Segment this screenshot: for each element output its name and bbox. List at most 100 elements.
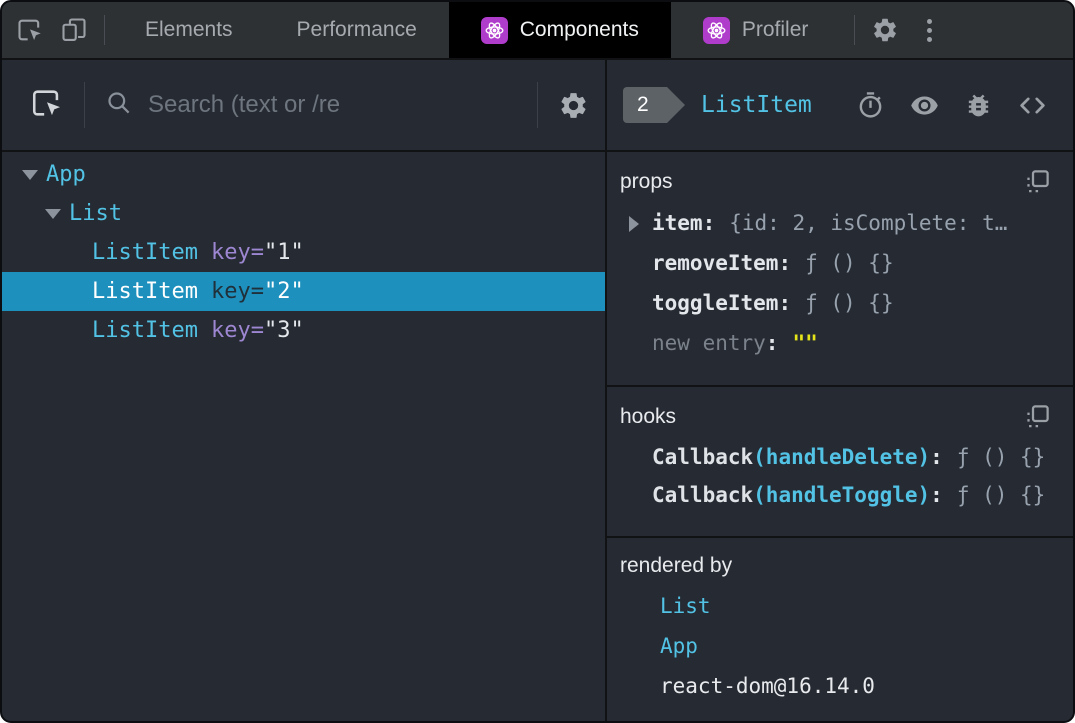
rendered-by-section: rendered by List App react-dom@16.14.0 bbox=[607, 538, 1073, 721]
hook-row: Callback (handleDelete): ƒ () {} bbox=[620, 438, 1051, 476]
attr-name: key bbox=[210, 318, 251, 343]
rendered-by-item[interactable]: App bbox=[620, 626, 1051, 666]
devtools-window: Elements Performance Components Profiler… bbox=[0, 0, 1075, 723]
tree-row-app[interactable]: App bbox=[2, 155, 605, 194]
prop-value: {id: 2, isComplete: t… bbox=[729, 211, 1008, 235]
settings-gear-icon[interactable] bbox=[863, 2, 907, 58]
attr-value: "1" bbox=[263, 240, 304, 265]
expander-right-icon[interactable] bbox=[629, 216, 639, 232]
attr-equals: = bbox=[250, 318, 264, 343]
inspect-component-icon[interactable] bbox=[30, 86, 64, 125]
kebab-menu-icon[interactable] bbox=[907, 2, 951, 58]
selected-component-title: ListItem bbox=[701, 92, 812, 118]
inspect-element-icon[interactable] bbox=[8, 2, 52, 58]
rendered-by-label: react-dom@16.14.0 bbox=[660, 674, 875, 698]
tab-elements[interactable]: Elements bbox=[113, 2, 265, 58]
rendered-by-label: App bbox=[660, 634, 698, 658]
prop-name: removeItem bbox=[652, 251, 779, 275]
key-attribute: key="1" bbox=[211, 240, 304, 265]
hook-name: (handleToggle) bbox=[753, 483, 931, 507]
prop-row: new entry: "" bbox=[620, 323, 1051, 363]
component-name: ListItem bbox=[92, 240, 198, 265]
props-section: props item: {id: 2, isComplete: t… removeI… bbox=[607, 152, 1073, 387]
tab-profiler[interactable]: Profiler bbox=[671, 2, 841, 58]
colon: : bbox=[778, 291, 792, 315]
expander-down-icon[interactable] bbox=[22, 169, 38, 180]
colon: : bbox=[778, 251, 792, 275]
tree-row-listitem-key-2[interactable]: ListItem key="2" bbox=[2, 272, 605, 311]
prop-row: toggleItem: ƒ () {} bbox=[620, 283, 1051, 323]
hook-type: Callback bbox=[652, 445, 754, 469]
copy-icon[interactable] bbox=[1024, 403, 1051, 430]
details-header: 2 ListItem bbox=[607, 60, 1073, 152]
hook-value: ƒ () {} bbox=[956, 483, 1046, 507]
component-name: ListItem bbox=[92, 279, 198, 304]
hook-value: ƒ () {} bbox=[956, 445, 1046, 469]
colon: : bbox=[765, 331, 779, 355]
divider bbox=[537, 82, 538, 128]
prop-value: ƒ () {} bbox=[805, 251, 894, 275]
prop-name: toggleItem bbox=[652, 291, 779, 315]
divider bbox=[104, 15, 105, 45]
component-tree-panel: AppListListItemkey="1"ListItemkey="2"Lis… bbox=[2, 60, 607, 721]
prop-row: item: {id: 2, isComplete: t… bbox=[620, 203, 1051, 243]
divider bbox=[84, 82, 85, 128]
react-atom-icon bbox=[480, 16, 508, 44]
tree-settings-gear-icon[interactable] bbox=[558, 90, 589, 121]
tree-row-listitem-key-1[interactable]: ListItem key="1" bbox=[2, 233, 605, 272]
rendered-by-item[interactable]: List bbox=[620, 586, 1051, 626]
key-attribute: key="3" bbox=[211, 318, 304, 343]
tab-components[interactable]: Components bbox=[448, 2, 671, 58]
search-icon bbox=[105, 89, 132, 121]
attr-value: "3" bbox=[263, 318, 304, 343]
component-name: List bbox=[69, 201, 122, 226]
divider bbox=[854, 15, 856, 45]
react-atom-icon bbox=[702, 16, 730, 44]
attr-name: key bbox=[210, 240, 251, 265]
hooks-title: hooks bbox=[620, 404, 677, 428]
prop-value: ƒ () {} bbox=[805, 291, 894, 315]
prop-row: removeItem: ƒ () {} bbox=[620, 243, 1051, 283]
tree-row-list[interactable]: List bbox=[2, 194, 605, 233]
attr-value: "2" bbox=[263, 279, 304, 304]
bug-icon[interactable] bbox=[964, 91, 993, 120]
copy-icon[interactable] bbox=[1024, 168, 1051, 195]
tab-label: Profiler bbox=[741, 18, 809, 41]
key-attribute: key="2" bbox=[211, 279, 304, 304]
colon: : bbox=[930, 483, 943, 507]
tree-toolbar bbox=[2, 60, 605, 152]
colon: : bbox=[702, 211, 716, 235]
prop-name: item bbox=[652, 211, 703, 235]
tab-label: Elements bbox=[145, 18, 233, 41]
eye-icon[interactable] bbox=[910, 91, 939, 120]
timer-icon[interactable] bbox=[856, 91, 885, 120]
component-name: App bbox=[46, 162, 86, 187]
component-details-panel: 2 ListItem props item: {id: 2, isComple… bbox=[607, 60, 1073, 721]
rendered-by-label: List bbox=[660, 594, 711, 618]
browser-devtools-tabbar: Elements Performance Components Profiler bbox=[2, 2, 1073, 60]
props-title: props bbox=[620, 169, 673, 193]
search-input[interactable] bbox=[146, 90, 517, 120]
hook-row: Callback (handleToggle): ƒ () {} bbox=[620, 476, 1051, 514]
device-toolbar-icon[interactable] bbox=[52, 2, 96, 58]
attr-equals: = bbox=[250, 279, 264, 304]
component-name: ListItem bbox=[92, 318, 198, 343]
prop-name: new entry bbox=[652, 331, 766, 355]
rendered-by-item: react-dom@16.14.0 bbox=[620, 666, 1051, 706]
tab-label: Performance bbox=[296, 18, 417, 41]
hooks-section: hooks Callback (handleDelete): ƒ () {} Call… bbox=[607, 387, 1073, 538]
prop-value[interactable]: "" bbox=[792, 331, 817, 355]
rendered-by-title: rendered by bbox=[620, 554, 733, 577]
tab-performance[interactable]: Performance bbox=[265, 2, 449, 58]
colon: : bbox=[930, 445, 943, 469]
owners-stack-badge[interactable]: 2 bbox=[623, 87, 685, 123]
tab-label: Components bbox=[519, 18, 639, 41]
view-source-icon[interactable] bbox=[1018, 91, 1047, 120]
hook-type: Callback bbox=[652, 483, 754, 507]
attr-equals: = bbox=[250, 240, 264, 265]
tree-row-listitem-key-3[interactable]: ListItem key="3" bbox=[2, 311, 605, 350]
attr-name: key bbox=[210, 279, 251, 304]
expander-down-icon[interactable] bbox=[45, 208, 61, 219]
hook-name: (handleDelete) bbox=[753, 445, 931, 469]
component-tree: App List ListItem key="1" ListItem key="2" Lis… bbox=[2, 152, 605, 721]
